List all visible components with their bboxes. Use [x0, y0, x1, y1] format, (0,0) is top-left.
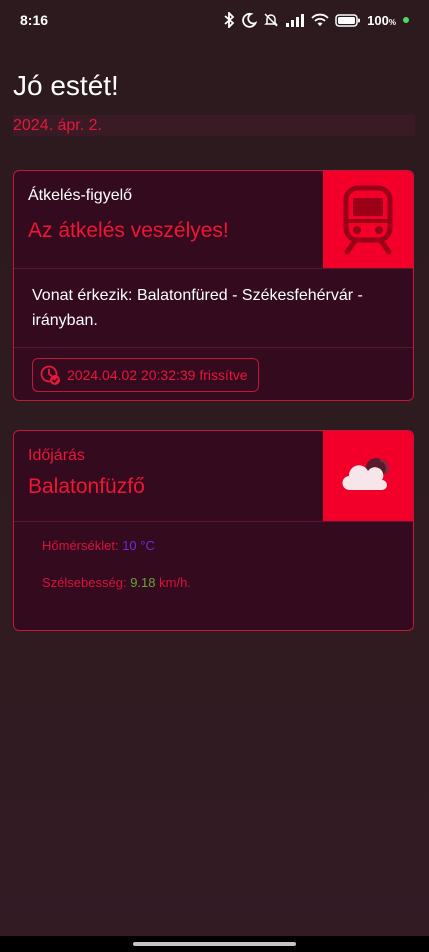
status-bar: 8:16 100% [0, 0, 429, 40]
crossing-card-subtitle: Átkelés-figyelő [28, 187, 133, 204]
battery-icon [335, 13, 361, 27]
system-navigation-bar [0, 936, 429, 952]
last-updated-chip[interactable]: 2024.04.02 20:32:39 frissítve [32, 358, 259, 392]
crossing-card-header: Átkelés-figyelő Az átkelés veszélyes! [14, 171, 413, 269]
wind-unit: km/h. [159, 575, 191, 590]
weather-card-subtitle: Időjárás [28, 447, 85, 464]
weather-card[interactable]: Időjárás Balatonfüzfő Hőmérséklet: 10 °C… [13, 430, 414, 631]
battery-percent: 100% [367, 12, 396, 28]
wifi-icon [311, 13, 329, 26]
train-icon [343, 185, 393, 254]
bell-muted-icon [264, 13, 278, 27]
crossing-status: Az átkelés veszélyes! [28, 219, 229, 242]
cloudy-night-icon [342, 458, 390, 491]
greeting-title: Jó estét! [13, 70, 119, 101]
temperature-row: Hőmérséklet: 10 °C [42, 538, 385, 553]
weather-icon-box [323, 431, 413, 521]
last-updated-text: 2024.04.02 20:32:39 frissítve [67, 367, 248, 383]
privacy-indicator-dot [403, 17, 409, 23]
current-date: 2024. ápr. 2. [13, 115, 415, 136]
status-icons: 100% [223, 12, 409, 28]
weather-card-header: Időjárás Balatonfüzfő [14, 431, 413, 522]
moon-icon [242, 12, 258, 28]
crossing-icon-box [323, 171, 413, 268]
temperature-value: 10 °C [122, 538, 155, 553]
clock-check-icon [40, 365, 60, 385]
weather-details: Hőmérséklet: 10 °C Szélsebesség: 9.18 km… [14, 522, 413, 630]
temperature-label: Hőmérséklet: [42, 538, 119, 553]
wind-row: Szélsebesség: 9.18 km/h. [42, 575, 385, 590]
wind-label: Szélsebesség: [42, 575, 127, 590]
status-time: 8:16 [20, 12, 49, 28]
bluetooth-icon [224, 12, 235, 28]
signal-icon [286, 14, 305, 27]
crossing-card-footer: 2024.04.02 20:32:39 frissítve [14, 348, 413, 400]
weather-location: Balatonfüzfő [28, 475, 145, 498]
home-gesture-handle[interactable] [133, 942, 296, 946]
crossing-message: Vonat érkezik: Balatonfüred - Székesfehé… [14, 269, 413, 348]
crossing-card[interactable]: Átkelés-figyelő Az átkelés veszélyes! Vo… [13, 170, 414, 401]
wind-value: 9.18 [130, 575, 156, 590]
